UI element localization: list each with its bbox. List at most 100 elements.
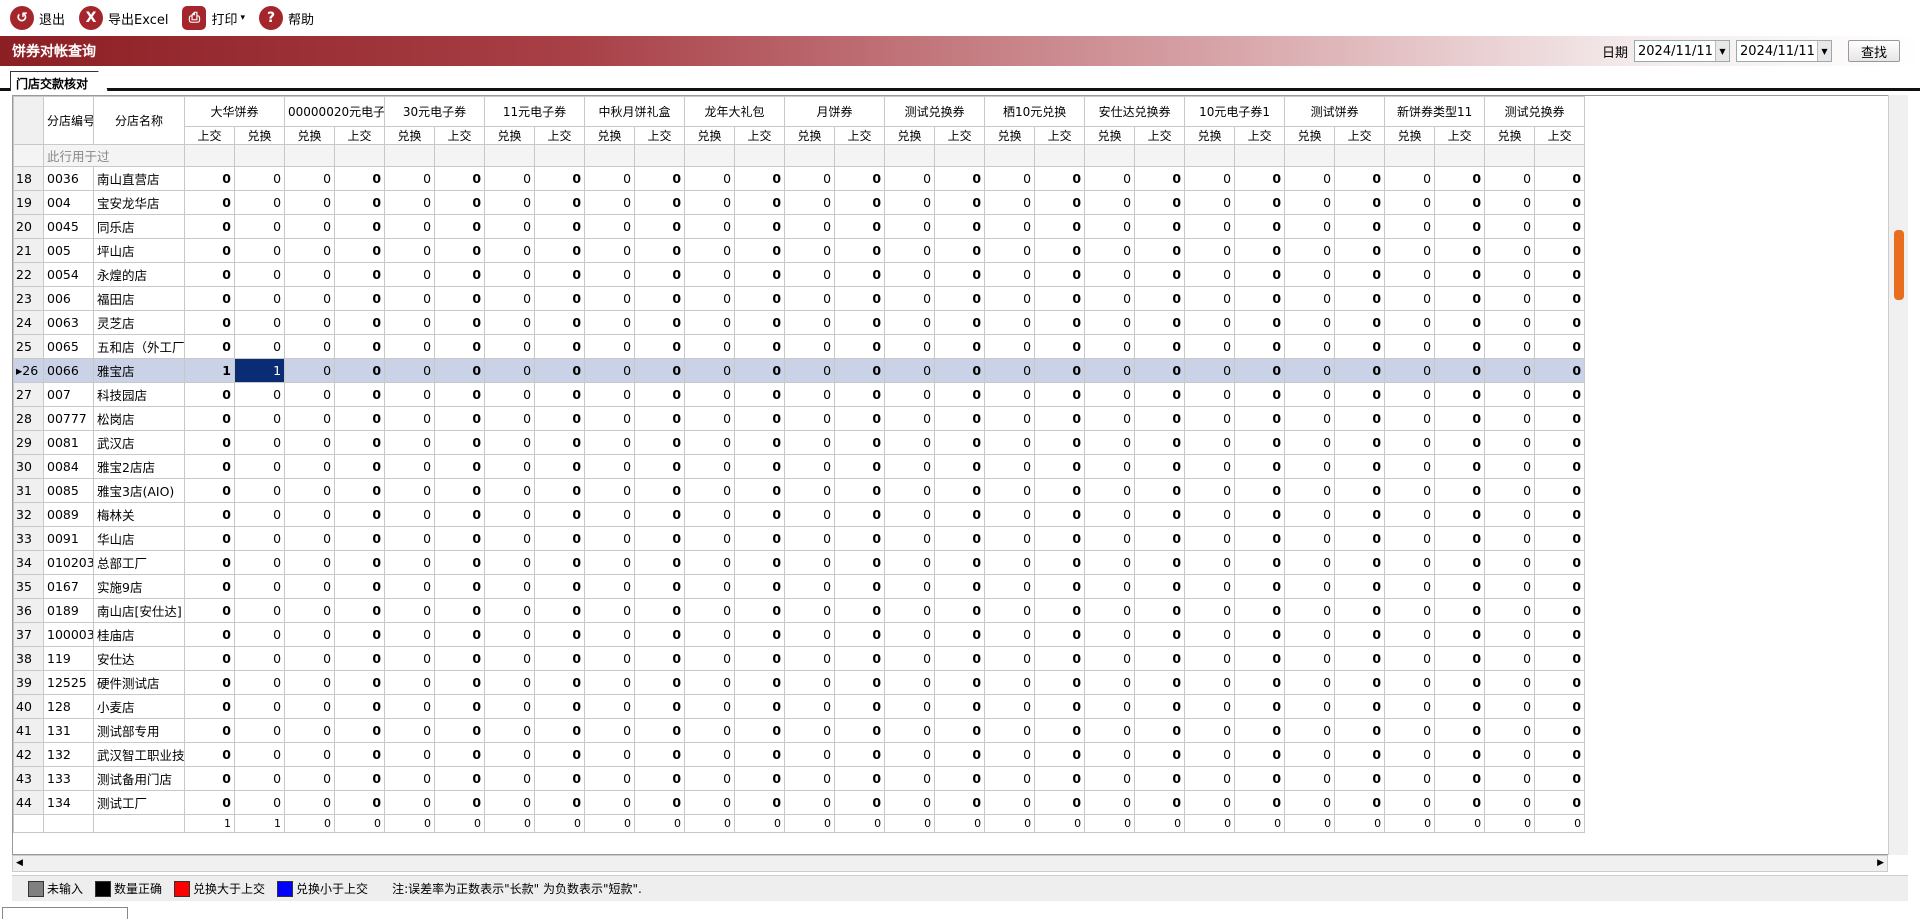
value-cell[interactable]: 0 <box>1284 406 1336 431</box>
value-cell[interactable]: 0 <box>334 430 386 455</box>
value-cell[interactable]: 0 <box>984 262 1036 287</box>
store-name-cell[interactable]: 桂庙店 <box>93 622 185 647</box>
value-cell[interactable]: 0 <box>784 502 836 527</box>
value-cell[interactable]: 0 <box>1134 670 1186 695</box>
value-cell[interactable]: 0 <box>1534 478 1586 503</box>
value-cell[interactable]: 0 <box>1134 766 1186 791</box>
value-cell[interactable]: 0 <box>834 454 886 479</box>
value-cell[interactable]: 0 <box>484 454 536 479</box>
value-cell[interactable]: 0 <box>284 310 336 335</box>
value-cell[interactable]: 0 <box>934 310 986 335</box>
value-cell[interactable]: 0 <box>434 718 486 743</box>
value-cell[interactable]: 0 <box>1134 718 1186 743</box>
value-cell[interactable]: 0 <box>1384 550 1436 575</box>
value-cell[interactable]: 0 <box>484 694 536 719</box>
value-cell[interactable]: 0 <box>1084 166 1136 191</box>
value-cell[interactable]: 0 <box>1034 790 1086 815</box>
store-name-cell[interactable]: 测试备用门店 <box>93 766 185 791</box>
value-cell[interactable]: 0 <box>1084 382 1136 407</box>
value-cell[interactable]: 0 <box>984 742 1036 767</box>
column-group-header[interactable]: 月饼券 <box>784 96 886 127</box>
value-cell[interactable]: 0 <box>584 358 636 383</box>
table-row[interactable]: 22 0054 永煌的店 0 0 0 0 0 0 0 0 0 0 0 0 0 0 0 0 0 0 0 0 0 0 0 0 0 0 0 0 <box>13 262 1586 287</box>
value-cell[interactable]: 0 <box>984 718 1036 743</box>
value-cell[interactable]: 0 <box>1134 190 1186 215</box>
value-cell[interactable]: 0 <box>734 190 786 215</box>
print-button[interactable]: ⎙ 打印 ▾ <box>182 6 245 30</box>
value-cell[interactable]: 0 <box>1484 694 1536 719</box>
column-group-header[interactable]: 测试兑换券 <box>1484 96 1586 127</box>
value-cell[interactable]: 0 <box>834 310 886 335</box>
value-cell[interactable]: 0 <box>1384 574 1436 599</box>
value-cell[interactable]: 0 <box>1484 310 1536 335</box>
value-cell[interactable]: 0 <box>834 214 886 239</box>
store-code-cell[interactable]: 134 <box>43 790 94 815</box>
value-cell[interactable]: 0 <box>1084 574 1136 599</box>
value-cell[interactable]: 0 <box>1234 334 1286 359</box>
value-cell[interactable]: 0 <box>484 550 536 575</box>
value-cell[interactable]: 0 <box>584 190 636 215</box>
store-name-cell[interactable]: 安仕达 <box>93 646 185 671</box>
value-cell[interactable]: 0 <box>1384 286 1436 311</box>
value-cell[interactable]: 0 <box>1184 310 1236 335</box>
value-cell[interactable]: 0 <box>984 286 1036 311</box>
value-cell[interactable]: 0 <box>1334 238 1386 263</box>
value-cell[interactable]: 0 <box>1084 358 1136 383</box>
store-name-cell[interactable]: 华山店 <box>93 526 185 551</box>
value-cell[interactable]: 0 <box>934 766 986 791</box>
value-cell[interactable]: 0 <box>834 358 886 383</box>
value-cell[interactable]: 0 <box>784 406 836 431</box>
value-cell[interactable]: 0 <box>534 766 586 791</box>
value-cell[interactable]: 0 <box>284 478 336 503</box>
store-code-cell[interactable]: 005 <box>43 238 94 263</box>
value-cell[interactable]: 0 <box>434 694 486 719</box>
value-cell[interactable]: 0 <box>1484 526 1536 551</box>
column-subheader[interactable]: 上交 <box>734 126 786 145</box>
value-cell[interactable]: 0 <box>784 526 836 551</box>
value-cell[interactable]: 0 <box>1384 358 1436 383</box>
value-cell[interactable]: 0 <box>784 694 836 719</box>
value-cell[interactable]: 0 <box>1484 718 1536 743</box>
store-code-cell[interactable]: 0084 <box>43 454 94 479</box>
value-cell[interactable]: 0 <box>934 166 986 191</box>
value-cell[interactable]: 0 <box>1034 214 1086 239</box>
filter-cell[interactable] <box>233 144 286 167</box>
value-cell[interactable]: 0 <box>434 382 486 407</box>
store-code-cell[interactable]: 0089 <box>43 502 94 527</box>
value-cell[interactable]: 0 <box>1134 574 1186 599</box>
value-cell[interactable]: 0 <box>684 430 736 455</box>
value-cell[interactable]: 0 <box>634 742 686 767</box>
store-name-cell[interactable]: 总部工厂 <box>93 550 185 575</box>
table-row[interactable]: 20 0045 同乐店 0 0 0 0 0 0 0 0 0 0 0 0 0 0 0 0 0 0 0 0 0 0 0 0 0 0 0 0 <box>13 214 1586 239</box>
value-cell[interactable]: 0 <box>1234 262 1286 287</box>
value-cell[interactable]: 0 <box>284 358 336 383</box>
value-cell[interactable]: 0 <box>534 718 586 743</box>
value-cell[interactable]: 0 <box>334 190 386 215</box>
value-cell[interactable]: 0 <box>334 238 386 263</box>
value-cell[interactable]: 0 <box>233 718 286 743</box>
value-cell[interactable]: 0 <box>1534 382 1586 407</box>
store-name-cell[interactable]: 雅宝3店(AIO) <box>93 478 185 503</box>
store-name-cell[interactable]: 同乐店 <box>93 214 185 239</box>
value-cell[interactable]: 0 <box>233 382 286 407</box>
value-cell[interactable]: 0 <box>1534 214 1586 239</box>
value-cell[interactable]: 0 <box>1534 454 1586 479</box>
value-cell[interactable]: 0 <box>534 358 586 383</box>
value-cell[interactable]: 0 <box>384 790 436 815</box>
value-cell[interactable]: 0 <box>984 790 1036 815</box>
value-cell[interactable]: 0 <box>484 166 536 191</box>
value-cell[interactable]: 0 <box>1134 550 1186 575</box>
value-cell[interactable]: 0 <box>1284 358 1336 383</box>
value-cell[interactable]: 0 <box>884 502 936 527</box>
value-cell[interactable]: 0 <box>484 190 536 215</box>
value-cell[interactable]: 0 <box>534 214 586 239</box>
value-cell[interactable]: 0 <box>184 334 235 359</box>
value-cell[interactable]: 0 <box>1484 550 1536 575</box>
column-header-store-code[interactable]: 分店编号 <box>43 96 94 145</box>
value-cell[interactable]: 0 <box>1484 238 1536 263</box>
value-cell[interactable]: 0 <box>1234 478 1286 503</box>
column-subheader[interactable]: 上交 <box>1034 126 1086 145</box>
value-cell[interactable]: 0 <box>1434 358 1486 383</box>
value-cell[interactable]: 0 <box>184 622 235 647</box>
value-cell[interactable]: 0 <box>184 430 235 455</box>
